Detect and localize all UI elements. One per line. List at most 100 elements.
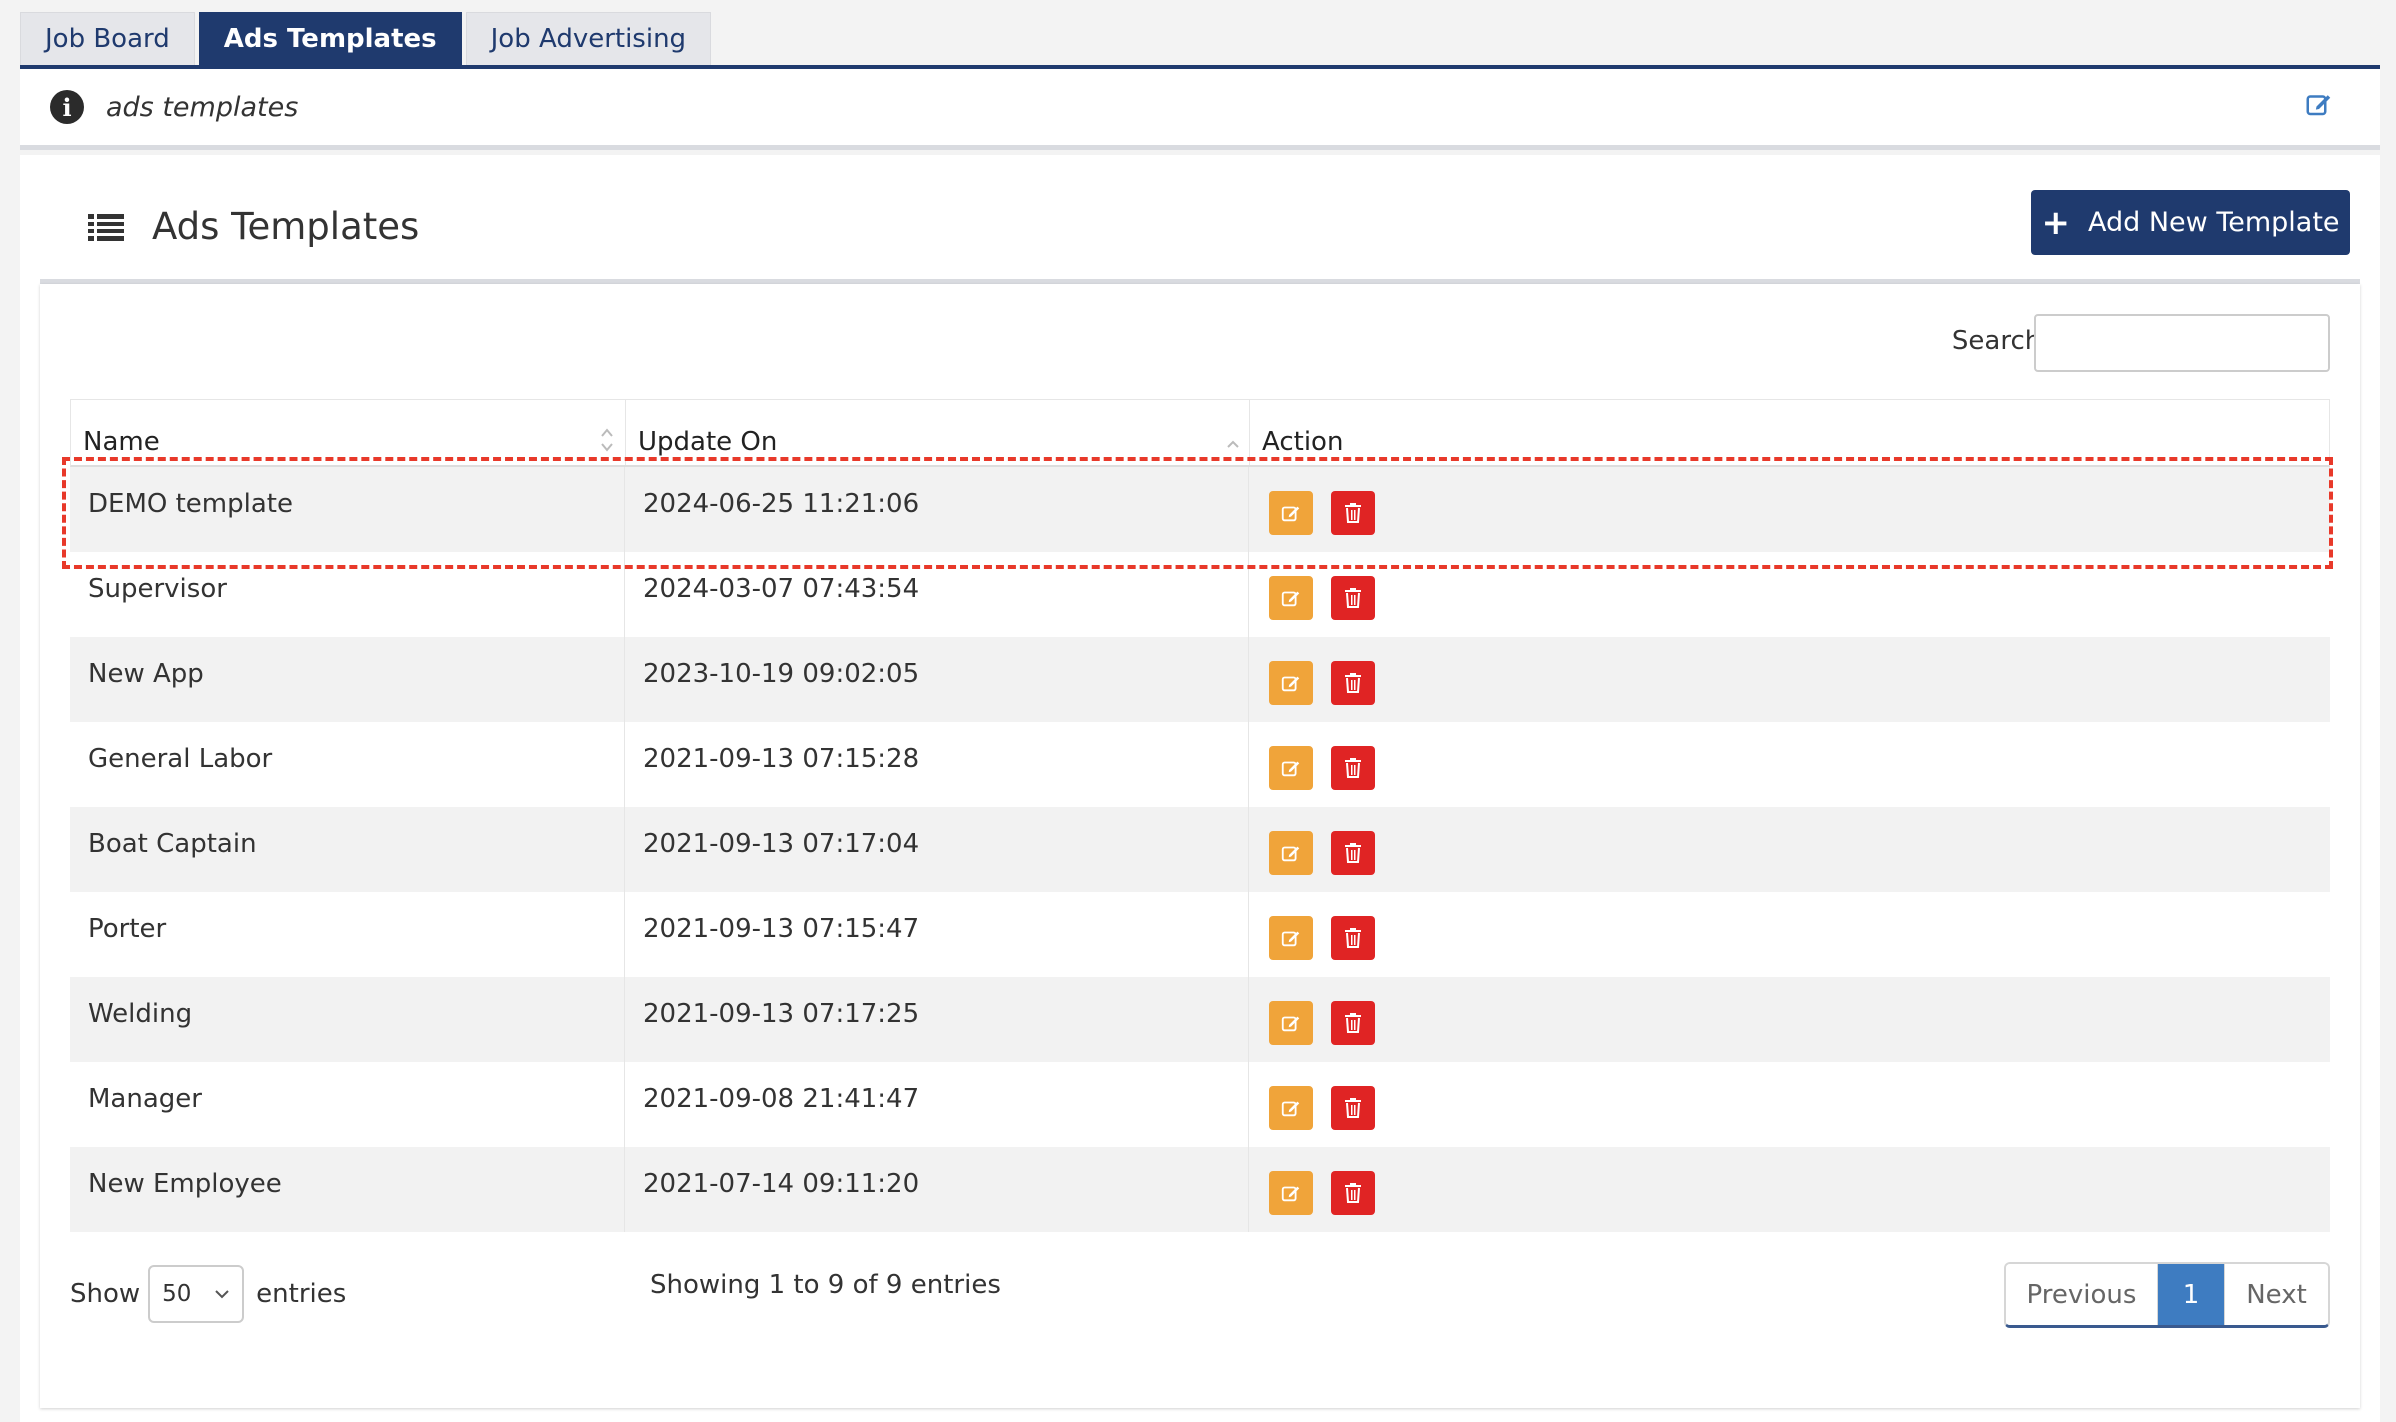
edit-button[interactable]: [1269, 916, 1313, 960]
panel-header: Ads Templates + Add New Template: [40, 155, 2360, 284]
delete-button[interactable]: [1331, 916, 1375, 960]
update-on-cell: 2024-06-25 11:21:06: [625, 467, 1249, 552]
edit-button[interactable]: [1269, 661, 1313, 705]
action-cell: [1249, 722, 2330, 807]
tab-ads-templates[interactable]: Ads Templates: [198, 12, 462, 65]
edit-icon: [1280, 1182, 1302, 1204]
plus-icon: +: [2041, 202, 2070, 243]
page-1-button[interactable]: 1: [2158, 1264, 2224, 1325]
entries-label: entries: [256, 1279, 347, 1309]
table-row: Porter 2021-09-13 07:15:47: [70, 892, 2330, 977]
template-name-cell: Boat Captain: [70, 807, 625, 892]
templates-table: Name Update On Action DEMO template 2024…: [62, 399, 2333, 1232]
info-circle-icon: i: [50, 90, 84, 124]
delete-button[interactable]: [1331, 831, 1375, 875]
table-row: New App 2023-10-19 09:02:05: [70, 637, 2330, 722]
action-cell: [1249, 892, 2330, 977]
next-button[interactable]: Next: [2224, 1264, 2328, 1325]
delete-button[interactable]: [1331, 1001, 1375, 1045]
action-cell: [1249, 637, 2330, 722]
edit-button[interactable]: [1269, 491, 1313, 535]
main-panel: Ads Templates + Add New Template Search:…: [20, 155, 2380, 1422]
edit-icon: [1280, 502, 1302, 524]
template-name-cell: New App: [70, 637, 625, 722]
action-cell: [1249, 807, 2330, 892]
info-text: ads templates: [106, 91, 299, 123]
chevron-down-icon: [215, 1290, 229, 1299]
table-info: Showing 1 to 9 of 9 entries: [650, 1270, 1001, 1300]
template-name-cell: General Labor: [70, 722, 625, 807]
edit-button[interactable]: [1269, 1001, 1313, 1045]
update-on-cell: 2023-10-19 09:02:05: [625, 637, 1249, 722]
template-name-cell: DEMO template: [70, 467, 625, 552]
trash-icon: [1343, 502, 1363, 524]
action-cell: [1249, 467, 2330, 552]
edit-icon[interactable]: [2304, 89, 2334, 119]
tab-job-board[interactable]: Job Board: [20, 12, 195, 65]
update-on-cell: 2021-09-08 21:41:47: [625, 1062, 1249, 1147]
trash-icon: [1343, 1012, 1363, 1034]
table-row: Boat Captain 2021-09-13 07:17:04: [70, 807, 2330, 892]
add-new-template-button[interactable]: + Add New Template: [2031, 190, 2350, 255]
delete-button[interactable]: [1331, 1171, 1375, 1215]
edit-button[interactable]: [1269, 576, 1313, 620]
edit-button[interactable]: [1269, 831, 1313, 875]
edit-icon: [1280, 1012, 1302, 1034]
column-header-update-on-label: Update On: [638, 427, 778, 457]
template-name-cell: Porter: [70, 892, 625, 977]
table-row: General Labor 2021-09-13 07:15:28: [70, 722, 2330, 807]
pagination: Previous 1 Next: [2004, 1262, 2330, 1328]
edit-button[interactable]: [1269, 746, 1313, 790]
delete-button[interactable]: [1331, 746, 1375, 790]
update-on-cell: 2021-09-13 07:17:25: [625, 977, 1249, 1062]
delete-button[interactable]: [1331, 1086, 1375, 1130]
page-title: Ads Templates: [152, 205, 420, 248]
action-cell: [1249, 1062, 2330, 1147]
edit-button[interactable]: [1269, 1171, 1313, 1215]
sort-asc-icon: [1227, 440, 1239, 448]
table-header: Name Update On Action: [70, 399, 2330, 467]
action-cell: [1249, 552, 2330, 637]
trash-icon: [1343, 672, 1363, 694]
trash-icon: [1343, 587, 1363, 609]
edit-button[interactable]: [1269, 1086, 1313, 1130]
column-header-action-label: Action: [1262, 427, 1344, 457]
delete-button[interactable]: [1331, 491, 1375, 535]
table-container: Search: Name Update On Action DEMO templ…: [40, 284, 2360, 1408]
trash-icon: [1343, 1182, 1363, 1204]
column-header-name-label: Name: [83, 427, 160, 457]
edit-icon: [1280, 757, 1302, 779]
update-on-cell: 2021-07-14 09:11:20: [625, 1147, 1249, 1232]
trash-icon: [1343, 842, 1363, 864]
template-name-cell: Welding: [70, 977, 625, 1062]
template-name-cell: Supervisor: [70, 552, 625, 637]
sort-both-icon: [601, 428, 613, 452]
action-cell: [1249, 977, 2330, 1062]
search-input[interactable]: [2034, 314, 2330, 372]
delete-button[interactable]: [1331, 661, 1375, 705]
trash-icon: [1343, 1097, 1363, 1119]
column-header-name[interactable]: Name: [71, 400, 626, 465]
trash-icon: [1343, 757, 1363, 779]
trash-icon: [1343, 927, 1363, 949]
edit-icon: [1280, 587, 1302, 609]
add-new-template-label: Add New Template: [2087, 207, 2340, 238]
info-bar: i ads templates: [20, 69, 2380, 150]
table-row: Manager 2021-09-08 21:41:47: [70, 1062, 2330, 1147]
edit-icon: [1280, 672, 1302, 694]
show-label: Show: [70, 1279, 141, 1309]
page-size-control: Show 50 entries: [70, 1265, 346, 1323]
column-header-update-on[interactable]: Update On: [626, 400, 1250, 465]
table-row: New Employee 2021-07-14 09:11:20: [70, 1147, 2330, 1232]
table-row: Supervisor 2024-03-07 07:43:54: [70, 552, 2330, 637]
update-on-cell: 2021-09-13 07:15:47: [625, 892, 1249, 977]
update-on-cell: 2024-03-07 07:43:54: [625, 552, 1249, 637]
previous-button[interactable]: Previous: [2006, 1264, 2158, 1325]
edit-icon: [1280, 927, 1302, 949]
tab-job-advertising[interactable]: Job Advertising: [465, 12, 712, 65]
table-row: DEMO template 2024-06-25 11:21:06: [70, 467, 2330, 552]
delete-button[interactable]: [1331, 576, 1375, 620]
template-name-cell: Manager: [70, 1062, 625, 1147]
template-name-cell: New Employee: [70, 1147, 625, 1232]
page-size-select[interactable]: 50: [148, 1265, 245, 1323]
